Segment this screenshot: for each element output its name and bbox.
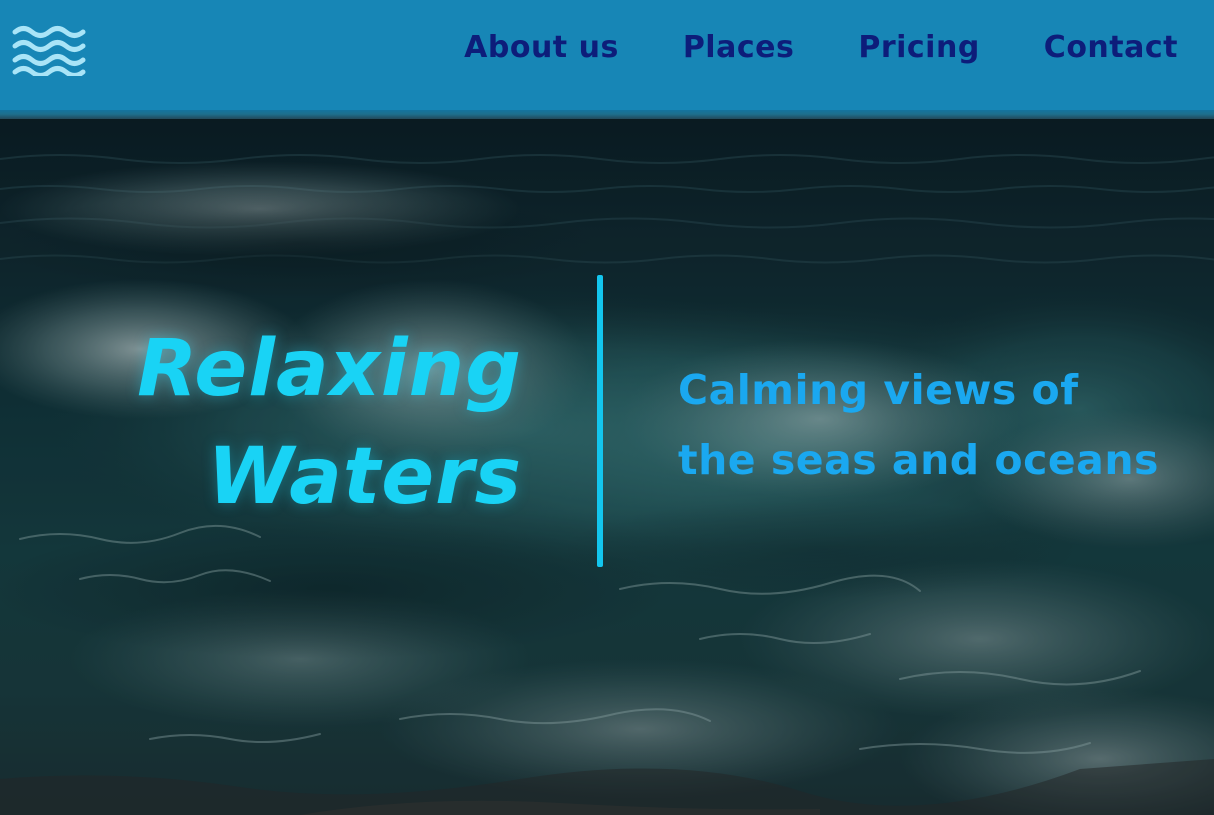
nav-link-pricing[interactable]: Pricing: [858, 30, 979, 65]
nav-link-contact[interactable]: Contact: [1044, 30, 1178, 65]
hero-title-line-2: Waters: [207, 432, 522, 522]
top-navigation-bar: About us Places Pricing Contact: [0, 0, 1214, 110]
waves-icon[interactable]: [12, 24, 86, 78]
main-nav: About us Places Pricing Contact: [464, 30, 1178, 65]
landing-page: About us Places Pricing Contact Relaxing…: [0, 0, 1214, 815]
nav-link-about-us[interactable]: About us: [464, 30, 619, 65]
hero-divider: [597, 275, 603, 567]
hero-tagline: Calming views of the seas and oceans: [678, 355, 1159, 495]
header-bottom-edge: [0, 110, 1214, 119]
hero-tagline-line-1: Calming views of: [678, 366, 1079, 414]
hero-title-line-1: Relaxing: [137, 324, 522, 414]
hero-title: Relaxing Waters: [137, 315, 522, 531]
hero-section: Relaxing Waters Calming views of the sea…: [0, 119, 1214, 815]
hero-tagline-line-2: the seas and oceans: [678, 436, 1159, 484]
nav-link-places[interactable]: Places: [683, 30, 795, 65]
